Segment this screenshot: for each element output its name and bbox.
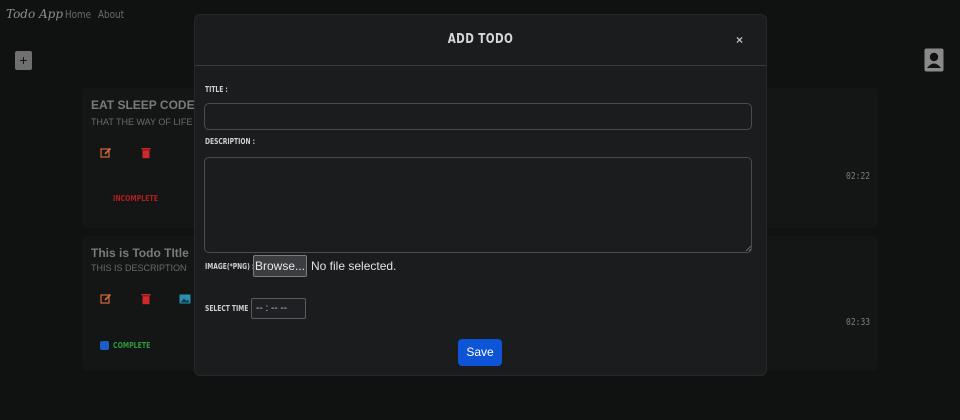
delete-icon[interactable] — [140, 147, 152, 159]
time-label: SELECT TIME : — [205, 304, 253, 313]
time-input[interactable]: -- : -- -- — [251, 298, 306, 319]
todo-title: EAT SLEEP CODE — [91, 98, 195, 112]
file-status: No file selected. — [311, 259, 397, 273]
todo-description: THAT THE WAY OF LIFE — [91, 117, 193, 127]
title-input[interactable] — [204, 103, 752, 130]
modal-header: ADD TODO × — [195, 15, 766, 66]
todo-title: This is Todo TItle — [91, 246, 189, 260]
add-todo-button[interactable]: + — [15, 51, 32, 70]
todo-time: 02:22 — [846, 171, 871, 182]
image-icon[interactable] — [179, 293, 191, 305]
browse-button[interactable]: Browse... — [253, 255, 307, 277]
save-button[interactable]: Save — [458, 339, 502, 366]
description-textarea[interactable] — [204, 157, 752, 253]
todo-time: 02:33 — [846, 317, 871, 328]
title-label: TITLE : — [205, 85, 228, 94]
nav-link-home[interactable]: Home — [65, 8, 91, 21]
close-icon[interactable]: × — [736, 33, 743, 47]
nav-link-about[interactable]: About — [98, 8, 124, 21]
status-badge: INCOMPLETE — [113, 194, 158, 203]
resize-handle-icon[interactable] — [745, 245, 752, 252]
modal-title: ADD TODO — [447, 32, 514, 47]
app-brand[interactable]: Todo App — [6, 7, 63, 21]
delete-icon[interactable] — [140, 293, 152, 305]
edit-icon[interactable] — [100, 293, 112, 305]
todo-description: THIS IS DESCRIPTION — [91, 263, 187, 273]
description-label: DESCRIPTION : — [205, 137, 255, 146]
complete-checkbox[interactable] — [100, 341, 109, 350]
status-badge: COMPLETE — [113, 341, 151, 350]
image-label: IMAGE(*PNG) : — [205, 262, 255, 271]
edit-icon[interactable] — [100, 147, 112, 159]
user-profile-icon[interactable] — [924, 48, 944, 72]
add-todo-modal: ADD TODO × TITLE : DESCRIPTION : IMAGE(*… — [194, 14, 767, 376]
